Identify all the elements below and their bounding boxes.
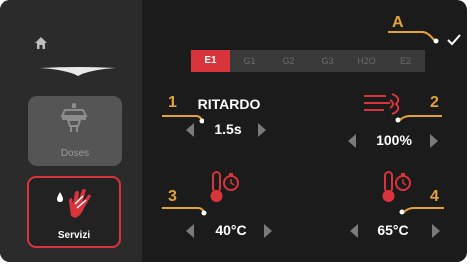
annotation-a-leader xyxy=(388,31,439,44)
servizi-label: Servizi xyxy=(57,230,91,241)
thermometer-timer-icon-1 xyxy=(208,170,240,204)
group-tabs: E1 G1 G2 G3 H2O E2 xyxy=(191,50,425,72)
annotation-1-leader xyxy=(162,115,204,124)
annotation-3-leader xyxy=(162,207,207,216)
ritardo-decrease-button[interactable] xyxy=(186,123,194,137)
servizi-button[interactable]: Servizi xyxy=(27,176,121,248)
temp1-value: 40°C xyxy=(215,222,247,238)
portafilter-icon xyxy=(59,102,89,136)
doses-label: Doses xyxy=(60,148,90,159)
temp1-decrease-button[interactable] xyxy=(186,224,194,238)
temp1-increase-button[interactable] xyxy=(264,224,272,238)
ritardo-value: 1.5s xyxy=(214,121,242,137)
temp2-increase-button[interactable] xyxy=(432,224,440,238)
temp2-decrease-button[interactable] xyxy=(350,224,358,238)
ritardo-increase-button[interactable] xyxy=(258,123,266,137)
annotation-2: 2 xyxy=(430,94,439,111)
machine-screen: Doses Servizi E1 G1 G2 G3 H2O E2 A 1 RIT… xyxy=(0,0,467,262)
doses-button[interactable]: Doses xyxy=(28,96,122,166)
thermometer-timer-icon-2 xyxy=(380,170,412,204)
tab-e1[interactable]: E1 xyxy=(191,50,230,72)
sidebar: Doses Servizi xyxy=(0,0,142,262)
fan-value: 100% xyxy=(376,132,412,148)
fan-increase-button[interactable] xyxy=(430,134,438,148)
ritardo-title: RITARDO xyxy=(197,96,261,112)
home-icon[interactable] xyxy=(34,36,48,50)
brand-swoosh-logo xyxy=(40,64,116,76)
tab-g3[interactable]: G3 xyxy=(308,50,347,72)
tab-g1[interactable]: G1 xyxy=(230,50,269,72)
annotation-1: 1 xyxy=(168,94,177,111)
tab-g2[interactable]: G2 xyxy=(269,50,308,72)
annotation-4-leader xyxy=(399,207,444,215)
temp2-value: 65°C xyxy=(377,222,409,238)
check-icon[interactable] xyxy=(447,34,461,46)
tab-h2o[interactable]: H2O xyxy=(347,50,386,72)
hand-drop-icon xyxy=(53,186,97,220)
annotation-2-leader xyxy=(395,115,442,123)
fan-decrease-button[interactable] xyxy=(348,134,356,148)
tab-e2[interactable]: E2 xyxy=(386,50,425,72)
